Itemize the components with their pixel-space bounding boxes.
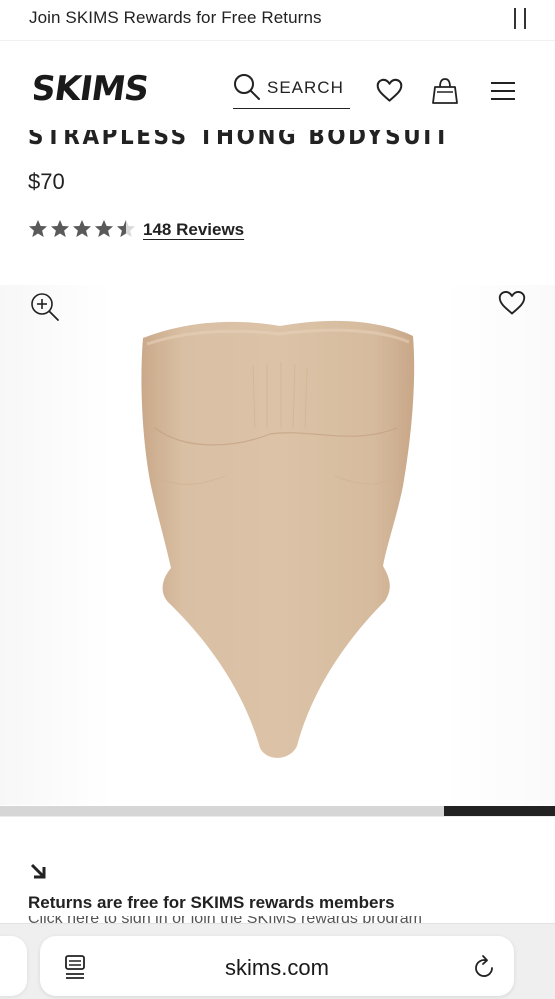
promo-text[interactable]: Join SKIMS Rewards for Free Returns bbox=[29, 8, 322, 28]
heart-icon bbox=[498, 290, 526, 315]
product-photo bbox=[135, 316, 425, 771]
star-rating bbox=[28, 219, 136, 239]
search-button[interactable]: SEARCH bbox=[233, 71, 350, 109]
promo-bar: Join SKIMS Rewards for Free Returns bbox=[0, 0, 555, 40]
add-to-wishlist-button[interactable] bbox=[498, 290, 526, 321]
star-icon bbox=[29, 220, 47, 237]
product-price: $70 bbox=[28, 169, 65, 194]
gallery-progress-track[interactable] bbox=[0, 806, 555, 816]
star-icon bbox=[117, 220, 135, 237]
reviews-link[interactable]: 148 Reviews bbox=[143, 220, 244, 240]
menu-button[interactable] bbox=[490, 81, 516, 106]
returns-info: Returns are free for SKIMS rewards membe… bbox=[28, 893, 395, 912]
heart-icon bbox=[376, 78, 403, 102]
cart-button[interactable] bbox=[432, 77, 458, 110]
browser-toolbar: skims.com bbox=[0, 923, 555, 999]
site-header: SKIMS SEARCH bbox=[0, 40, 555, 130]
arrow-down-right-icon bbox=[29, 862, 47, 885]
url-text: skims.com bbox=[225, 955, 329, 980]
menu-icon bbox=[491, 82, 515, 100]
brand-logo-text: SKIMS bbox=[34, 69, 151, 105]
search-icon bbox=[234, 74, 260, 100]
zoom-button[interactable] bbox=[30, 292, 60, 327]
address-bar[interactable]: skims.com bbox=[40, 936, 514, 996]
wishlist-button[interactable] bbox=[376, 78, 403, 108]
zoom-in-icon bbox=[31, 293, 59, 321]
star-icon bbox=[95, 220, 113, 237]
reload-icon[interactable] bbox=[472, 954, 496, 980]
product-title: STRAPLESS THONG BODYSUIT bbox=[28, 130, 452, 150]
search-label: SEARCH bbox=[267, 78, 344, 97]
gallery-progress-indicator bbox=[444, 806, 555, 816]
brand-logo[interactable]: SKIMS bbox=[28, 69, 174, 110]
product-title-container: STRAPLESS THONG BODYSUIT bbox=[0, 130, 555, 154]
previous-tab[interactable] bbox=[0, 936, 27, 996]
shopping-bag-icon bbox=[432, 78, 458, 104]
divider bbox=[0, 816, 555, 817]
star-icon bbox=[51, 220, 69, 237]
pause-icon bbox=[514, 8, 516, 29]
star-icon bbox=[73, 220, 91, 237]
pause-button[interactable] bbox=[510, 8, 530, 30]
